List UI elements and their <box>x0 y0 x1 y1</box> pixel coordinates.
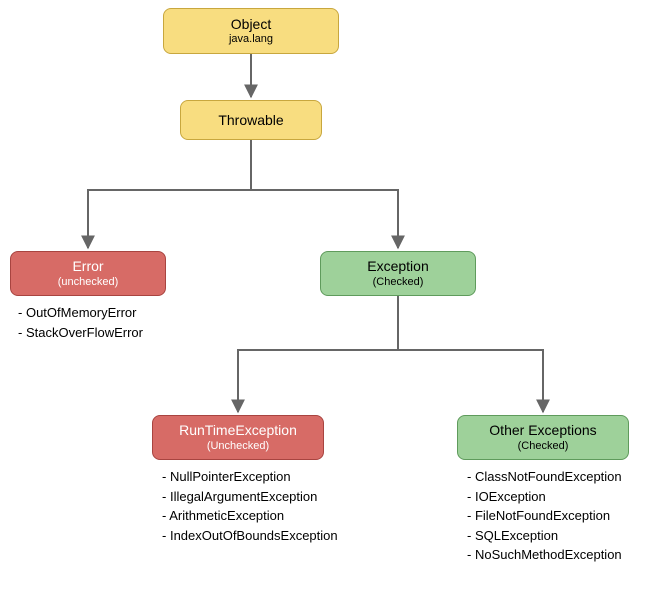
node-error-title: Error <box>72 258 103 275</box>
node-other-exceptions: Other Exceptions (Checked) <box>457 415 629 460</box>
node-error-sub: (unchecked) <box>58 276 119 289</box>
node-object-title: Object <box>231 16 271 33</box>
node-object: Object java.lang <box>163 8 339 54</box>
node-exception-sub: (Checked) <box>373 276 424 289</box>
list-item: FileNotFoundException <box>467 506 622 526</box>
list-item: IOException <box>467 487 622 507</box>
list-item: OutOfMemoryError <box>18 303 143 323</box>
list-item: NoSuchMethodException <box>467 545 622 565</box>
node-object-sub: java.lang <box>229 33 273 46</box>
node-error: Error (unchecked) <box>10 251 166 296</box>
node-runtime-exception: RunTimeException (Unchecked) <box>152 415 324 460</box>
list-item: IndexOutOfBoundsException <box>162 526 338 546</box>
list-item: SQLException <box>467 526 622 546</box>
list-item: ArithmeticException <box>162 506 338 526</box>
node-runtime-sub: (Unchecked) <box>207 440 269 453</box>
list-item: ClassNotFoundException <box>467 467 622 487</box>
node-throwable: Throwable <box>180 100 322 140</box>
error-examples-list: OutOfMemoryError StackOverFlowError <box>18 303 143 342</box>
other-examples-list: ClassNotFoundException IOException FileN… <box>467 467 622 565</box>
node-other-sub: (Checked) <box>518 440 569 453</box>
node-runtime-title: RunTimeException <box>179 422 297 439</box>
node-exception: Exception (Checked) <box>320 251 476 296</box>
list-item: NullPointerException <box>162 467 338 487</box>
list-item: IllegalArgumentException <box>162 487 338 507</box>
list-item: StackOverFlowError <box>18 323 143 343</box>
node-throwable-title: Throwable <box>218 112 283 129</box>
node-exception-title: Exception <box>367 258 428 275</box>
node-other-title: Other Exceptions <box>489 422 596 439</box>
runtime-examples-list: NullPointerException IllegalArgumentExce… <box>162 467 338 545</box>
